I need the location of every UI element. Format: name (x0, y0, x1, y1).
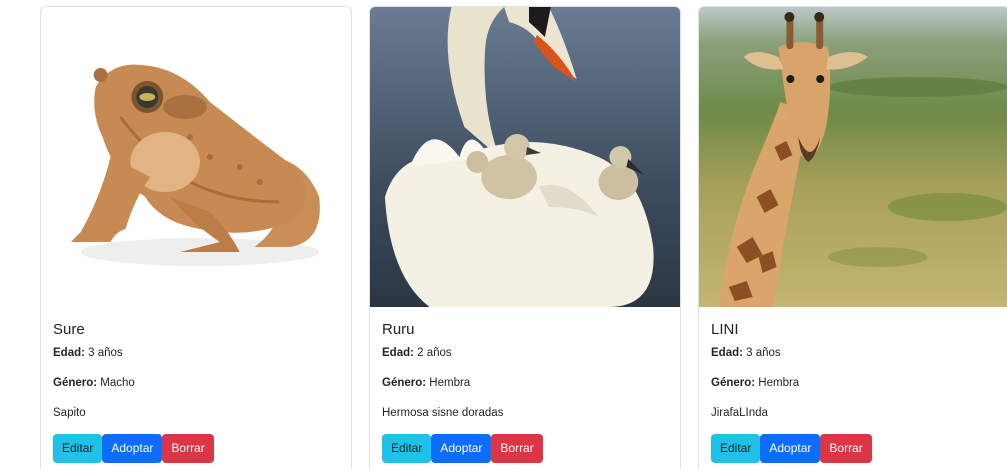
gender-value: Macho (100, 377, 135, 389)
pet-age: Edad: 2 años (382, 346, 668, 360)
age-label: Edad: (382, 347, 414, 359)
adopt-button[interactable]: Adoptar (102, 434, 163, 463)
pet-actions: Editar Adoptar Borrar (53, 434, 339, 463)
age-label: Edad: (711, 347, 743, 359)
pet-description: Sapito (53, 407, 86, 419)
age-label: Edad: (53, 347, 85, 359)
pet-gender: Género: Macho (53, 376, 339, 390)
delete-button[interactable]: Borrar (491, 434, 543, 463)
pet-gender: Género: Hembra (382, 376, 668, 390)
pet-actions: Editar Adoptar Borrar (711, 434, 997, 463)
pet-photo-swan (370, 7, 680, 307)
gender-value: Hembra (429, 377, 471, 389)
age-value: 3 años (746, 347, 781, 359)
pet-age: Edad: 3 años (53, 346, 339, 360)
adopt-button[interactable]: Adoptar (760, 434, 821, 463)
age-value: 2 años (417, 347, 452, 359)
pet-description: Hermosa sisne doradas (382, 407, 504, 419)
pet-photo-giraffe (699, 7, 1007, 307)
pet-name: Ruru (382, 321, 415, 338)
gender-value: Hembra (758, 377, 800, 389)
pet-name: Sure (53, 321, 85, 338)
pet-age: Edad: 3 años (711, 346, 997, 360)
pet-name: LINI (711, 321, 739, 338)
gender-label: Género: (53, 377, 98, 389)
gender-label: Género: (382, 377, 427, 389)
pet-actions: Editar Adoptar Borrar (382, 434, 668, 463)
pet-card: LINI Edad: 3 años Género: Hembra JirafaL… (698, 6, 1007, 469)
pet-gender: Género: Hembra (711, 376, 997, 390)
pet-card-body: Ruru Edad: 2 años Género: Hembra Hermosa… (382, 315, 668, 463)
delete-button[interactable]: Borrar (162, 434, 214, 463)
pet-card-body: Sure Edad: 3 años Género: Macho Sapito E… (53, 315, 339, 463)
edit-button[interactable]: Editar (53, 434, 103, 463)
pet-description: JirafaLInda (711, 407, 768, 419)
pet-card-body: LINI Edad: 3 años Género: Hembra JirafaL… (711, 315, 997, 463)
gender-label: Género: (711, 377, 756, 389)
adopt-button[interactable]: Adoptar (431, 434, 492, 463)
pet-card: Sure Edad: 3 años Género: Macho Sapito E… (40, 6, 352, 469)
edit-button[interactable]: Editar (382, 434, 432, 463)
pet-card: Ruru Edad: 2 años Género: Hembra Hermosa… (369, 6, 681, 469)
delete-button[interactable]: Borrar (820, 434, 872, 463)
edit-button[interactable]: Editar (711, 434, 761, 463)
age-value: 3 años (88, 347, 123, 359)
pet-photo-toad (41, 7, 351, 307)
